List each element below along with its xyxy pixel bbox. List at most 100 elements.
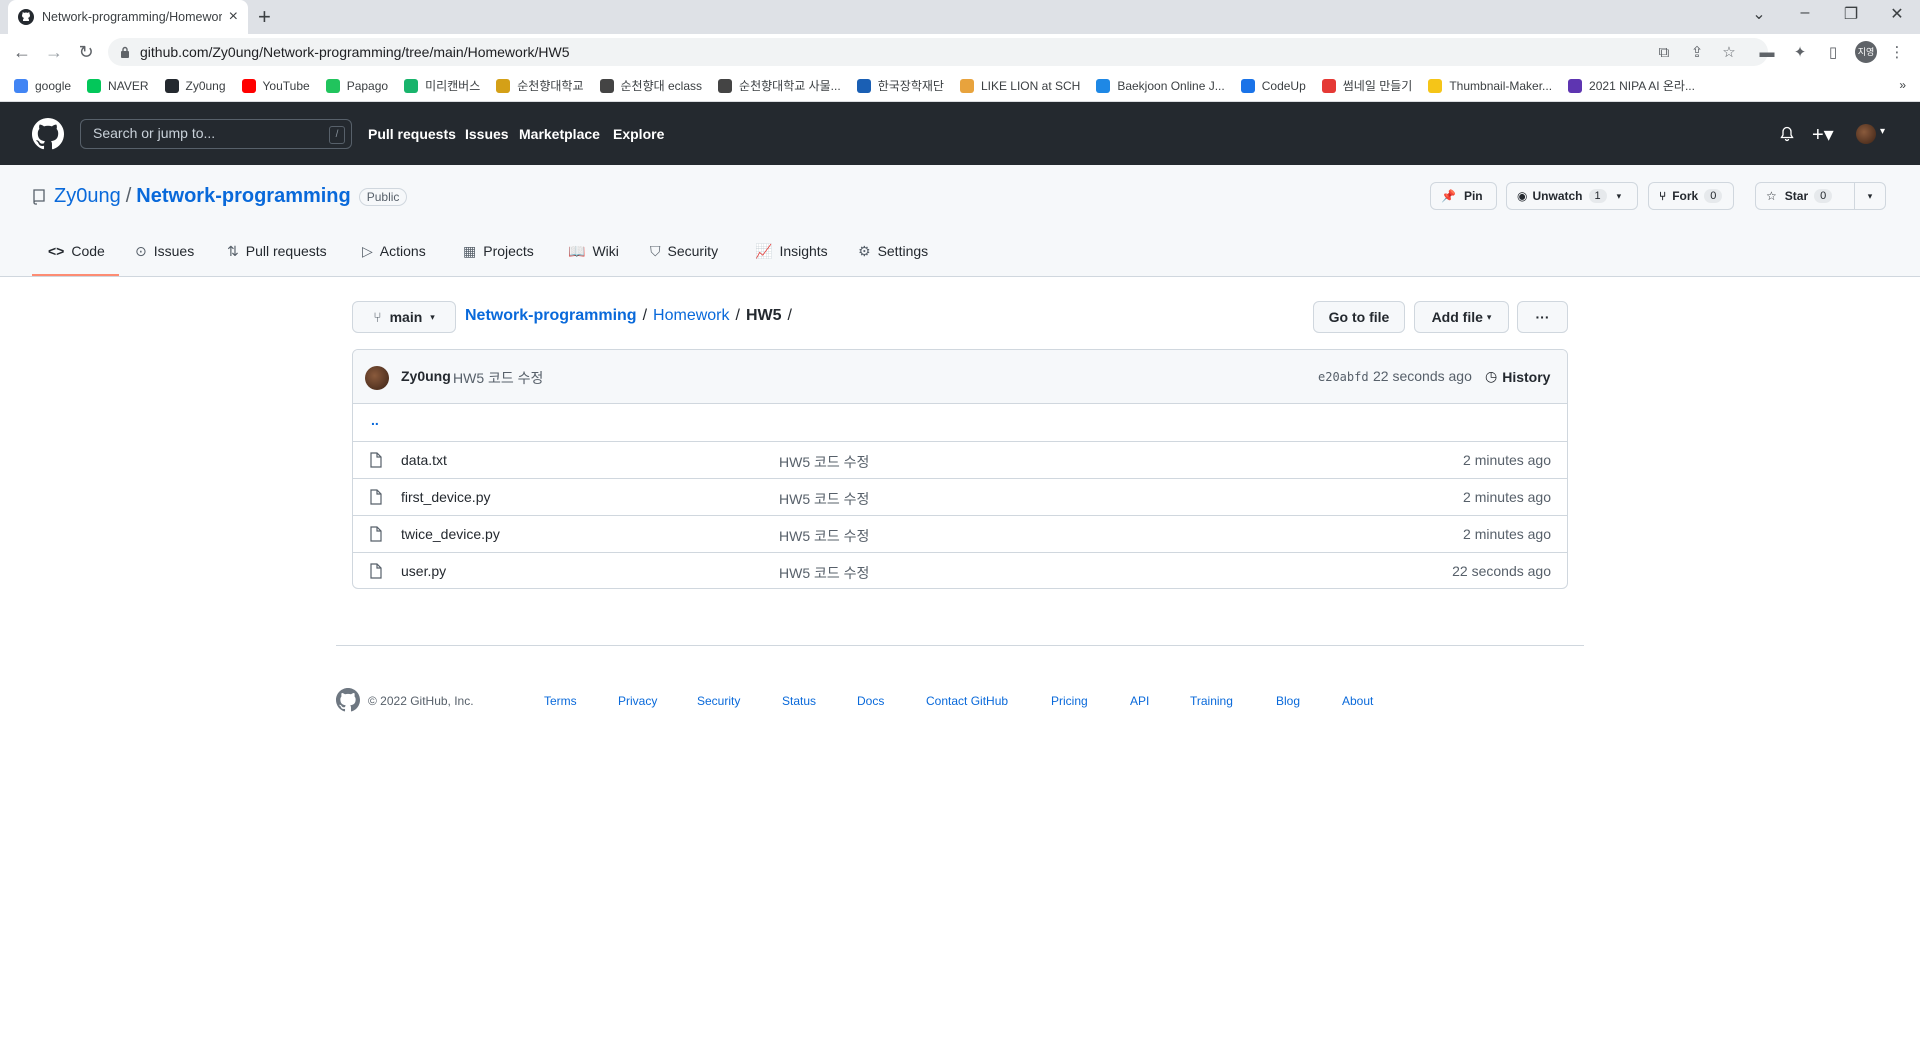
- more-options-button[interactable]: ···: [1517, 301, 1568, 333]
- create-new-plus-icon[interactable]: +▾: [1812, 122, 1834, 147]
- tab-projects[interactable]: ▦ Projects: [463, 241, 534, 261]
- footer-github-logo-icon[interactable]: [336, 688, 360, 712]
- bookmark-star-icon[interactable]: ☆: [1720, 44, 1738, 62]
- nav-issues[interactable]: Issues: [465, 126, 509, 142]
- footer-link-api[interactable]: API: [1130, 694, 1149, 708]
- unwatch-button[interactable]: ◉ Unwatch 1 ▾: [1506, 182, 1638, 210]
- star-button[interactable]: ☆ Star 0: [1755, 182, 1855, 210]
- bookmark-item[interactable]: 미리캔버스: [404, 77, 480, 94]
- nav-marketplace[interactable]: Marketplace: [519, 126, 600, 142]
- tab-issues[interactable]: ⊙ Issues: [135, 241, 194, 261]
- bookmark-item[interactable]: 한국장학재단: [856, 77, 944, 94]
- file-row[interactable]: user.py HW5 코드 수정 22 seconds ago: [353, 552, 1567, 588]
- star-list-dropdown[interactable]: ▾: [1854, 182, 1886, 210]
- branch-select-button[interactable]: ⑂ main ▾: [352, 301, 456, 333]
- file-commit-message[interactable]: HW5 코드 수정: [779, 526, 869, 546]
- bookmark-item[interactable]: Zy0ung: [164, 78, 226, 93]
- commit-sha[interactable]: e20abfd: [1318, 370, 1369, 384]
- avatar-caret-icon[interactable]: ▾: [1880, 126, 1885, 137]
- minimize-icon[interactable]: –: [1782, 4, 1828, 22]
- share-icon[interactable]: ⇪: [1688, 44, 1706, 62]
- parent-directory-link[interactable]: ..: [371, 412, 379, 428]
- restore-icon[interactable]: ❐: [1828, 4, 1874, 24]
- commit-author[interactable]: Zy0ung: [401, 368, 451, 384]
- tab-wiki[interactable]: 📖 Wiki: [568, 241, 619, 261]
- file-name-link[interactable]: data.txt: [401, 452, 447, 468]
- bookmark-item[interactable]: 썸네일 만들기: [1321, 77, 1412, 94]
- chrome-menu-icon[interactable]: ⋮: [1888, 44, 1906, 62]
- file-commit-message[interactable]: HW5 코드 수정: [779, 563, 869, 583]
- window-close-icon[interactable]: ✕: [1874, 4, 1920, 24]
- side-panel-icon[interactable]: ▯: [1824, 44, 1842, 62]
- address-bar[interactable]: github.com/Zy0ung/Network-programming/tr…: [108, 38, 1768, 66]
- footer-link-contact-github[interactable]: Contact GitHub: [926, 694, 1008, 708]
- file-row[interactable]: data.txt HW5 코드 수정 2 minutes ago: [353, 441, 1567, 478]
- file-row[interactable]: first_device.py HW5 코드 수정 2 minutes ago: [353, 478, 1567, 515]
- breadcrumb-homework-link[interactable]: Homework: [653, 307, 729, 325]
- bookmark-item[interactable]: google: [14, 78, 71, 93]
- extension-keyboard-icon[interactable]: ▬: [1758, 44, 1776, 62]
- go-to-file-button[interactable]: Go to file: [1313, 301, 1405, 333]
- file-name-link[interactable]: user.py: [401, 563, 446, 579]
- commit-message[interactable]: HW5 코드 수정: [453, 368, 543, 388]
- notification-bell-icon[interactable]: [1779, 126, 1795, 142]
- bookmark-item[interactable]: 순천향대학교 사물...: [718, 77, 841, 94]
- file-name-link[interactable]: twice_device.py: [401, 526, 500, 542]
- footer-link-about[interactable]: About: [1342, 694, 1373, 708]
- user-avatar[interactable]: [1856, 124, 1876, 144]
- pin-button[interactable]: 📌 Pin: [1430, 182, 1497, 210]
- tab-security[interactable]: ⛉ Security: [650, 241, 718, 261]
- forward-arrow-icon[interactable]: →: [44, 42, 64, 62]
- github-logo-icon[interactable]: [32, 118, 64, 150]
- bookmark-item[interactable]: CodeUp: [1240, 78, 1306, 93]
- file-name-link[interactable]: first_device.py: [401, 489, 490, 505]
- bookmark-item[interactable]: YouTube: [241, 78, 310, 93]
- bookmark-item[interactable]: 순천향대학교: [496, 77, 584, 94]
- nav-explore[interactable]: Explore: [613, 126, 664, 142]
- parent-directory-row[interactable]: ..: [353, 404, 1567, 441]
- file-row[interactable]: twice_device.py HW5 코드 수정 2 minutes ago: [353, 515, 1567, 552]
- nav-pull-requests[interactable]: Pull requests: [368, 126, 456, 142]
- bookmark-item[interactable]: 순천향대 eclass: [599, 77, 702, 94]
- bookmark-item[interactable]: Thumbnail-Maker...: [1428, 78, 1552, 93]
- bookmark-item[interactable]: 2021 NIPA AI 온라...: [1568, 77, 1695, 94]
- footer-link-privacy[interactable]: Privacy: [618, 694, 657, 708]
- tab-search-chevron-icon[interactable]: ⌄: [1736, 4, 1782, 24]
- reload-icon[interactable]: ↻: [76, 42, 96, 62]
- footer-link-blog[interactable]: Blog: [1276, 694, 1300, 708]
- bookmarks-overflow-icon[interactable]: »: [1899, 78, 1906, 92]
- footer-link-docs[interactable]: Docs: [857, 694, 884, 708]
- footer-link-terms[interactable]: Terms: [544, 694, 577, 708]
- file-commit-message[interactable]: HW5 코드 수정: [779, 489, 869, 509]
- footer-link-pricing[interactable]: Pricing: [1051, 694, 1088, 708]
- tab-insights[interactable]: 📈 Insights: [755, 241, 828, 261]
- breadcrumb-repo-link[interactable]: Network-programming: [465, 307, 637, 325]
- bookmark-item[interactable]: Papago: [325, 78, 388, 93]
- tab-code[interactable]: <> Code: [48, 241, 105, 261]
- back-arrow-icon[interactable]: ←: [12, 42, 32, 62]
- history-link[interactable]: ◷ History: [1485, 368, 1550, 385]
- tab-actions[interactable]: ▷ Actions: [362, 241, 426, 261]
- new-tab-plus-icon[interactable]: +: [258, 6, 271, 28]
- translate-icon[interactable]: ⧉: [1655, 44, 1673, 62]
- commit-author-avatar[interactable]: [365, 366, 389, 390]
- search-input[interactable]: Search or jump to... /: [80, 119, 352, 149]
- tab-pull-requests[interactable]: ⇅ Pull requests: [227, 241, 327, 261]
- extensions-puzzle-icon[interactable]: ✦: [1791, 44, 1809, 62]
- bookmark-item[interactable]: NAVER: [87, 78, 149, 93]
- footer-link-security[interactable]: Security: [697, 694, 740, 708]
- github-header: Search or jump to... / Pull requests Iss…: [0, 102, 1920, 165]
- profile-avatar[interactable]: 지영: [1855, 41, 1877, 63]
- bookmark-item[interactable]: Baekjoon Online J...: [1096, 78, 1225, 93]
- bookmark-item[interactable]: LIKE LION at SCH: [959, 78, 1080, 93]
- file-commit-message[interactable]: HW5 코드 수정: [779, 452, 869, 472]
- repo-owner-link[interactable]: Zy0ung: [54, 185, 121, 208]
- footer-link-status[interactable]: Status: [782, 694, 816, 708]
- add-file-button[interactable]: Add file ▾: [1414, 301, 1509, 333]
- fork-button[interactable]: ⑂ Fork 0: [1648, 182, 1734, 210]
- browser-tab[interactable]: Network-programming/Homework/HW5 ×: [8, 0, 248, 34]
- tab-settings[interactable]: ⚙ Settings: [858, 241, 928, 261]
- footer-link-training[interactable]: Training: [1190, 694, 1233, 708]
- tab-close-icon[interactable]: ×: [229, 8, 238, 26]
- repo-name-link[interactable]: Network-programming: [136, 185, 350, 208]
